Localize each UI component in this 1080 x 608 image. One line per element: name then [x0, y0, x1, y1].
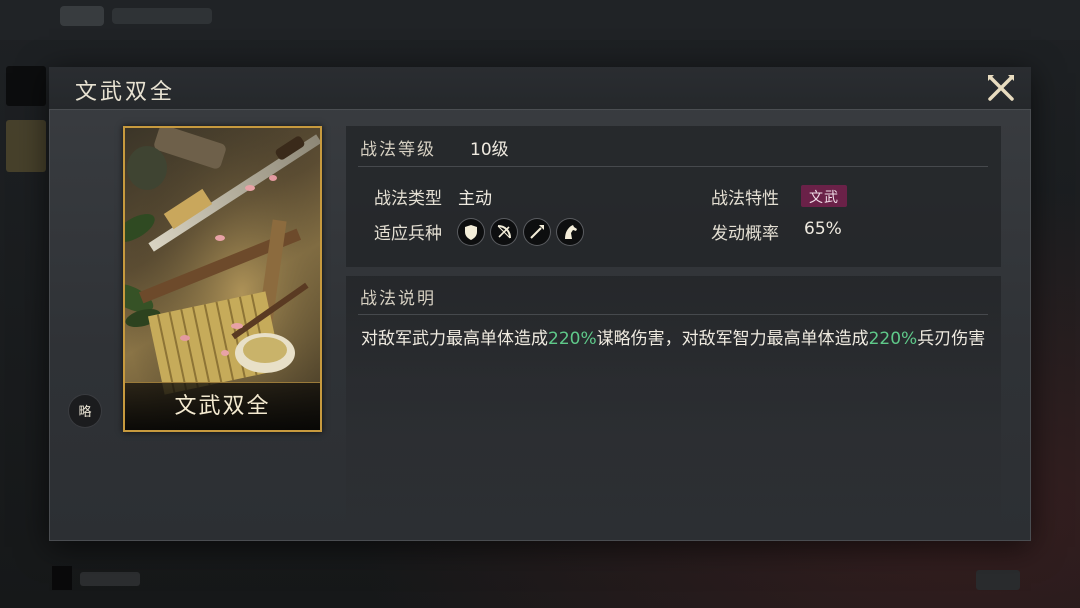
description-part: 兵刃伤害	[917, 329, 986, 349]
description-part: 对敌军武力最高单体造成	[361, 329, 548, 349]
trait-badge: 文武	[801, 185, 847, 207]
close-button[interactable]	[985, 72, 1017, 104]
card-name: 文武双全	[174, 394, 271, 419]
shield-icon	[465, 225, 477, 240]
type-value: 主动	[458, 189, 492, 209]
background-icon	[60, 6, 104, 26]
background-side-item	[6, 66, 46, 106]
tactic-detail-modal: 文武双全 文武双全 略 战法等级 10级 战法类型 主动 战法特性 文武 适应兵…	[49, 67, 1031, 541]
background-side-item	[6, 120, 46, 172]
troop-shield	[458, 219, 484, 245]
troop-cavalry	[557, 219, 583, 245]
troop-bow	[491, 219, 517, 245]
strategy-badge[interactable]: 略	[69, 395, 101, 427]
level-value: 10级	[470, 140, 509, 160]
rate-label: 发动概率	[711, 224, 779, 244]
horse-icon	[565, 225, 577, 239]
background-bottom-label	[80, 572, 140, 586]
spear-icon	[530, 225, 544, 239]
info-divider	[358, 166, 988, 167]
tactic-card: 文武双全	[123, 126, 322, 432]
background-bottom-button	[976, 570, 1020, 590]
bow-icon	[497, 225, 511, 239]
description-divider	[358, 314, 988, 315]
rate-value: 65%	[804, 219, 842, 239]
damage-percent-weapon: 220%	[868, 329, 918, 349]
trait-value: 文武	[809, 190, 839, 206]
description-part: 谋略伤害，对敌军智力最高单体造成	[596, 329, 869, 349]
description-label: 战法说明	[360, 289, 436, 309]
trait-label: 战法特性	[711, 189, 779, 209]
modal-title: 文武双全	[75, 80, 176, 105]
damage-percent-strategy: 220%	[548, 329, 597, 349]
tactic-description-panel: 战法说明 对敌军武力最高单体造成220%谋略伤害，对敌军智力最高单体造成220%…	[346, 276, 1001, 541]
troop-spear	[524, 219, 550, 245]
type-label: 战法类型	[374, 189, 442, 209]
tactic-info-panel: 战法等级 10级 战法类型 主动 战法特性 文武 适应兵种 发动概率 65%	[346, 126, 1001, 267]
strategy-badge-label: 略	[78, 405, 92, 420]
description-text: 对敌军武力最高单体造成220%谋略伤害，对敌军智力最高单体造成220%兵刃伤害	[361, 328, 991, 351]
modal-header: 文武双全	[49, 67, 1031, 110]
background-label	[112, 8, 212, 24]
level-label: 战法等级	[360, 140, 436, 160]
close-icon	[988, 75, 1014, 101]
troops-label: 适应兵种	[374, 224, 442, 244]
background-bottom-item	[52, 566, 72, 590]
